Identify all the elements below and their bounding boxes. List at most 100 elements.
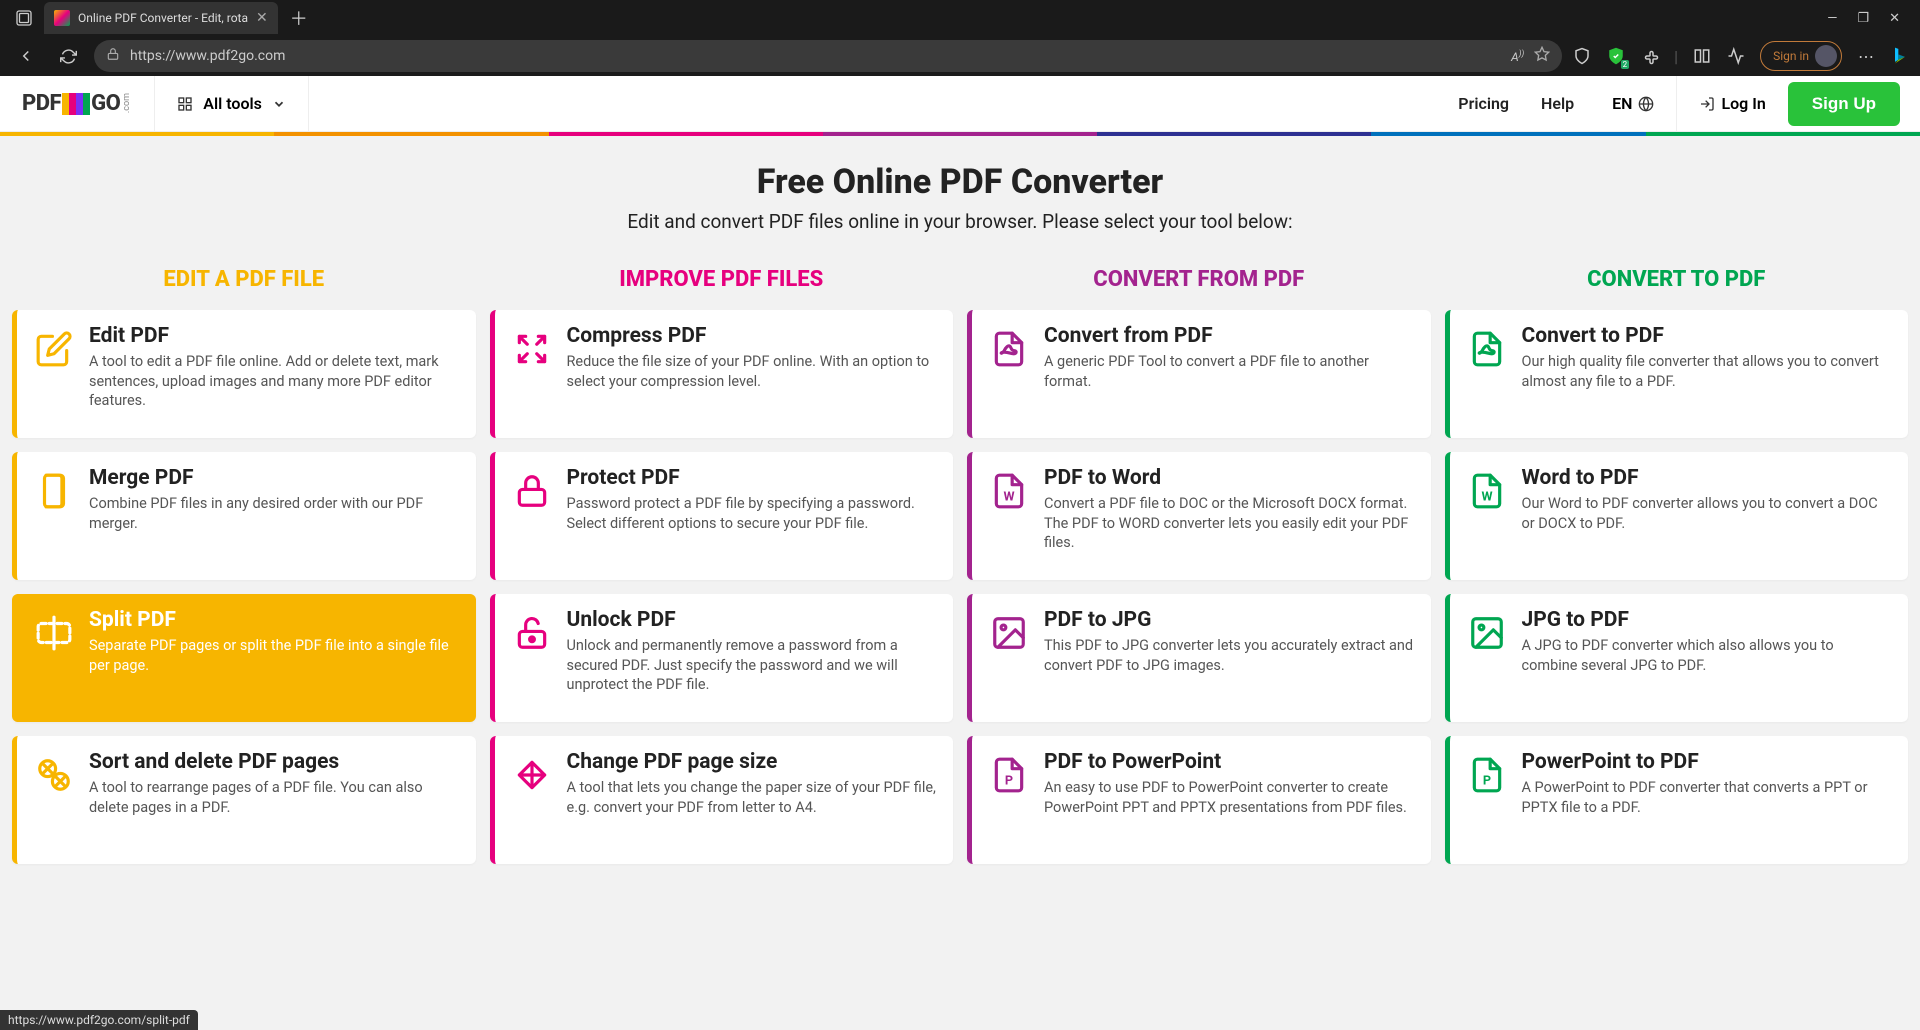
- unlock-icon: [511, 612, 553, 654]
- bing-icon[interactable]: [1890, 46, 1910, 66]
- card-title: PowerPoint to PDF: [1522, 750, 1893, 774]
- url-text: https://www.pdf2go.com: [130, 48, 1501, 64]
- logo-dotcom: .com: [122, 93, 132, 113]
- login-button[interactable]: Log In: [1677, 94, 1787, 113]
- collections-icon[interactable]: [1692, 46, 1712, 66]
- logo-prefix: PDF: [22, 91, 61, 116]
- login-icon: [1699, 96, 1715, 112]
- status-bar: https://www.pdf2go.com/split-pdf: [0, 1010, 198, 1030]
- card-title: Sort and delete PDF pages: [89, 750, 460, 774]
- image-icon: [1466, 612, 1508, 654]
- tool-card[interactable]: Convert to PDF Our high quality file con…: [1445, 310, 1909, 438]
- tool-card[interactable]: P PowerPoint to PDF A PowerPoint to PDF …: [1445, 736, 1909, 864]
- tool-card[interactable]: P PDF to PowerPoint An easy to use PDF t…: [967, 736, 1431, 864]
- card-description: A tool to edit a PDF file online. Add or…: [89, 352, 460, 411]
- more-icon[interactable]: ⋯: [1856, 46, 1876, 66]
- login-label: Log In: [1721, 94, 1765, 113]
- site-logo[interactable]: PDF GO .com: [0, 91, 154, 116]
- adblock-shield-icon[interactable]: 2: [1606, 46, 1626, 66]
- card-title: Convert to PDF: [1522, 324, 1893, 348]
- pricing-link[interactable]: Pricing: [1442, 94, 1525, 113]
- column-header: CONVERT FROM PDF: [967, 257, 1431, 296]
- health-icon[interactable]: [1726, 46, 1746, 66]
- column-header: EDIT A PDF FILE: [12, 257, 476, 296]
- compress-icon: [511, 328, 553, 370]
- tab-overview-icon[interactable]: [8, 4, 40, 32]
- favorite-icon[interactable]: [1534, 46, 1550, 66]
- card-title: Word to PDF: [1522, 466, 1893, 490]
- column-header: CONVERT TO PDF: [1445, 257, 1909, 296]
- card-title: Edit PDF: [89, 324, 460, 348]
- card-description: Unlock and permanently remove a password…: [567, 636, 938, 695]
- tool-card[interactable]: W Word to PDF Our Word to PDF converter …: [1445, 452, 1909, 580]
- tool-card[interactable]: Merge PDF Combine PDF files in any desir…: [12, 452, 476, 580]
- page-subtitle: Edit and convert PDF files online in you…: [0, 210, 1920, 233]
- avatar-icon: [1815, 45, 1837, 67]
- card-title: Change PDF page size: [567, 750, 938, 774]
- card-title: PDF to Word: [1044, 466, 1415, 490]
- maximize-icon[interactable]: ❐: [1857, 11, 1869, 26]
- reader-icon[interactable]: A)): [1511, 49, 1524, 64]
- tool-card[interactable]: JPG to PDF A JPG to PDF converter which …: [1445, 594, 1909, 722]
- tool-card[interactable]: Compress PDF Reduce the file size of you…: [490, 310, 954, 438]
- lock-icon: [511, 470, 553, 512]
- chevron-down-icon: [272, 97, 286, 111]
- tool-card[interactable]: PDF to JPG This PDF to JPG converter let…: [967, 594, 1431, 722]
- tool-card[interactable]: Edit PDF A tool to edit a PDF file onlin…: [12, 310, 476, 438]
- pdf-icon: [1466, 328, 1508, 370]
- ppt-icon: P: [1466, 754, 1508, 796]
- split-icon: [33, 612, 75, 654]
- ppt-icon: P: [988, 754, 1030, 796]
- globe-icon: [1638, 96, 1654, 112]
- tool-card[interactable]: Protect PDF Password protect a PDF file …: [490, 452, 954, 580]
- new-tab-button[interactable]: ＋: [282, 5, 316, 31]
- svg-text:P: P: [1482, 774, 1490, 789]
- tracking-shield-icon[interactable]: [1572, 46, 1592, 66]
- card-description: Separate PDF pages or split the PDF file…: [89, 636, 460, 675]
- site-topnav: PDF GO .com All tools Pricing Help EN Lo…: [0, 76, 1920, 132]
- tool-card[interactable]: Convert from PDF A generic PDF Tool to c…: [967, 310, 1431, 438]
- browser-tab[interactable]: Online PDF Converter - Edit, rota ✕: [44, 2, 278, 34]
- refresh-button[interactable]: [52, 40, 84, 72]
- card-description: A generic PDF Tool to convert a PDF file…: [1044, 352, 1415, 391]
- image-icon: [988, 612, 1030, 654]
- tool-card[interactable]: Unlock PDF Unlock and permanently remove…: [490, 594, 954, 722]
- card-description: A PowerPoint to PDF converter that conve…: [1522, 778, 1893, 817]
- tool-card[interactable]: Sort and delete PDF pages A tool to rear…: [12, 736, 476, 864]
- tool-card[interactable]: Change PDF page size A tool that lets yo…: [490, 736, 954, 864]
- extensions-icon[interactable]: [1640, 46, 1660, 66]
- svg-text:W: W: [1481, 490, 1492, 505]
- card-description: A tool to rearrange pages of a PDF file.…: [89, 778, 460, 817]
- card-description: This PDF to JPG converter lets you accur…: [1044, 636, 1415, 675]
- help-link[interactable]: Help: [1525, 94, 1590, 113]
- column-header: IMPROVE PDF FILES: [490, 257, 954, 296]
- language-selector[interactable]: EN: [1590, 76, 1677, 131]
- resize-icon: [511, 754, 553, 796]
- close-tab-icon[interactable]: ✕: [256, 10, 268, 26]
- tool-card[interactable]: Split PDF Separate PDF pages or split th…: [12, 594, 476, 722]
- card-title: Convert from PDF: [1044, 324, 1415, 348]
- signin-label: Sign in: [1773, 49, 1809, 63]
- card-description: Reduce the file size of your PDF online.…: [567, 352, 938, 391]
- card-title: JPG to PDF: [1522, 608, 1893, 632]
- logo-suffix: GO: [91, 91, 120, 116]
- card-title: Unlock PDF: [567, 608, 938, 632]
- tool-card[interactable]: W PDF to Word Convert a PDF file to DOC …: [967, 452, 1431, 580]
- word-icon: W: [1466, 470, 1508, 512]
- svg-text:W: W: [1003, 490, 1014, 505]
- card-title: Split PDF: [89, 608, 460, 632]
- lock-icon: [106, 47, 120, 65]
- address-bar[interactable]: https://www.pdf2go.com A)): [94, 40, 1562, 72]
- edit-icon: [33, 328, 75, 370]
- card-title: Protect PDF: [567, 466, 938, 490]
- signup-button[interactable]: Sign Up: [1788, 82, 1900, 126]
- card-title: PDF to JPG: [1044, 608, 1415, 632]
- signin-button[interactable]: Sign in: [1760, 41, 1842, 71]
- card-description: A JPG to PDF converter which also allows…: [1522, 636, 1893, 675]
- card-description: Combine PDF files in any desired order w…: [89, 494, 460, 533]
- card-title: Merge PDF: [89, 466, 460, 490]
- all-tools-menu[interactable]: All tools: [154, 76, 309, 131]
- close-window-icon[interactable]: ✕: [1889, 11, 1900, 26]
- minimize-icon[interactable]: —: [1827, 11, 1837, 26]
- back-button[interactable]: [10, 40, 42, 72]
